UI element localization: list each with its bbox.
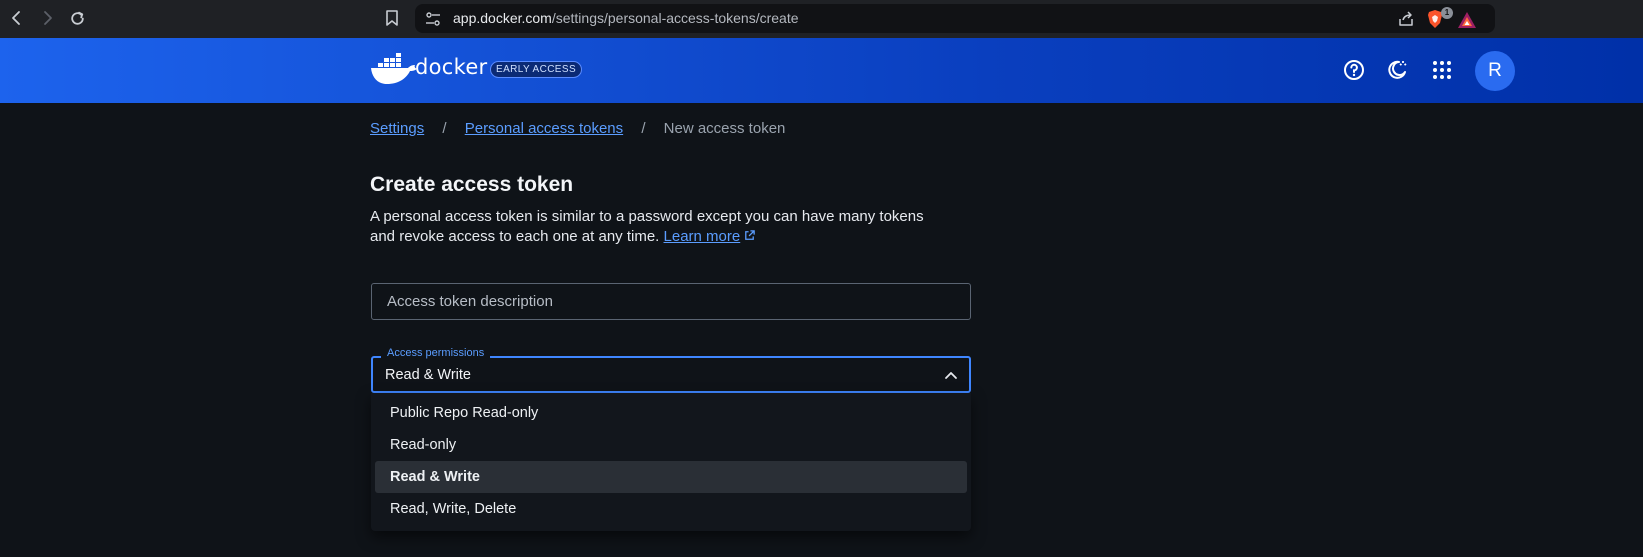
url-text[interactable]: app.docker.com/settings/personal-access-… bbox=[453, 10, 799, 26]
page-title: Create access token bbox=[370, 173, 574, 196]
option-read-write[interactable]: Read & Write bbox=[375, 461, 967, 493]
bookmark-icon[interactable] bbox=[382, 8, 402, 28]
option-public-repo-read-only[interactable]: Public Repo Read-only bbox=[375, 397, 967, 429]
share-icon[interactable] bbox=[1397, 10, 1415, 28]
back-icon[interactable] bbox=[6, 7, 28, 29]
forward-icon[interactable] bbox=[36, 7, 58, 29]
theme-toggle-icon[interactable] bbox=[1385, 58, 1409, 82]
breadcrumb-current: New access token bbox=[663, 120, 786, 137]
address-bar[interactable]: app.docker.com/settings/personal-access-… bbox=[415, 4, 1495, 33]
access-token-description-input[interactable] bbox=[371, 283, 971, 320]
browser-toolbar: app.docker.com/settings/personal-access-… bbox=[0, 0, 1643, 38]
user-avatar[interactable]: R bbox=[1475, 51, 1515, 91]
docker-wordmark: docker bbox=[415, 55, 488, 79]
learn-more-link[interactable]: Learn more bbox=[664, 228, 757, 245]
breadcrumb-separator: / bbox=[641, 120, 646, 137]
external-link-icon bbox=[743, 228, 756, 241]
reload-icon[interactable] bbox=[66, 7, 88, 29]
learn-more-label: Learn more bbox=[663, 228, 741, 245]
breadcrumb-separator: / bbox=[442, 120, 447, 137]
permissions-dropdown-menu: Public Repo Read-only Read-only Read & W… bbox=[371, 393, 971, 531]
brave-rewards-icon[interactable] bbox=[1457, 11, 1477, 29]
access-permissions-value: Read & Write bbox=[385, 367, 471, 383]
help-icon[interactable] bbox=[1342, 58, 1366, 82]
description-text: A personal access token is similar to a … bbox=[370, 208, 924, 245]
site-settings-icon[interactable] bbox=[425, 11, 441, 27]
url-path: /settings/personal-access-tokens/create bbox=[551, 10, 799, 26]
access-permissions-select[interactable]: Access permissions Read & Write bbox=[371, 347, 971, 393]
shields-count-badge: 1 bbox=[1441, 7, 1453, 19]
chevron-up-icon bbox=[943, 367, 959, 383]
url-host: app.docker.com bbox=[453, 10, 552, 26]
option-read-write-delete[interactable]: Read, Write, Delete bbox=[375, 493, 967, 525]
breadcrumb-settings[interactable]: Settings bbox=[370, 120, 424, 137]
access-permissions-label: Access permissions bbox=[381, 347, 491, 359]
apps-grid-icon[interactable] bbox=[1430, 58, 1454, 82]
page-description: A personal access token is similar to a … bbox=[370, 207, 950, 247]
app-header: docker EARLY ACCESS R bbox=[0, 38, 1643, 103]
breadcrumb: Settings / Personal access tokens / New … bbox=[370, 120, 785, 137]
breadcrumb-personal-access-tokens[interactable]: Personal access tokens bbox=[465, 120, 623, 137]
early-access-badge: EARLY ACCESS bbox=[490, 61, 583, 78]
option-read-only[interactable]: Read-only bbox=[375, 429, 967, 461]
